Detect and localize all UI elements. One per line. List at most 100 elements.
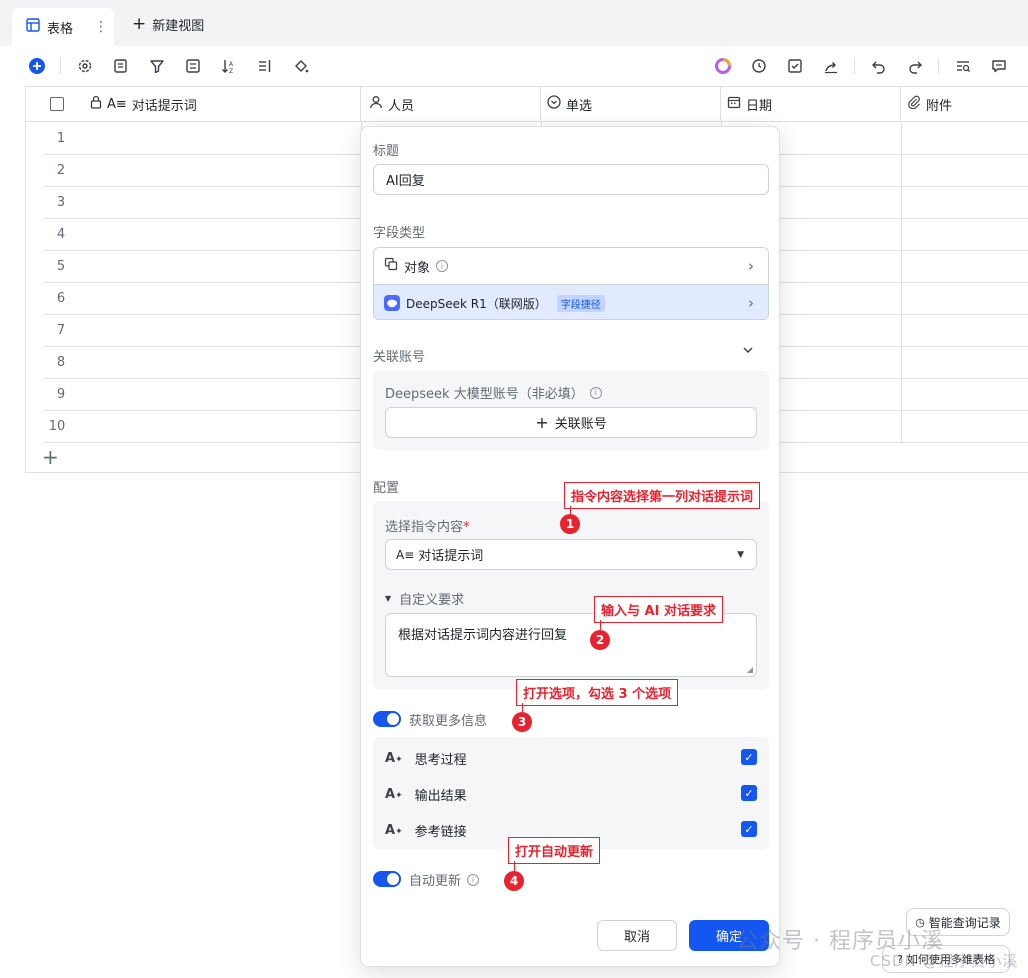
- type-option-label: 对象: [404, 260, 431, 276]
- row-number: 1: [56, 131, 66, 146]
- option-checkbox[interactable]: ✓: [741, 749, 757, 765]
- svg-text:Z: Z: [229, 68, 233, 74]
- column-header-person[interactable]: 人员: [361, 87, 541, 122]
- add-row-button[interactable]: +: [42, 447, 59, 467]
- column-title: 附件: [926, 98, 953, 114]
- paint-bucket-icon[interactable]: [291, 56, 311, 76]
- option-row: A✦ 参考链接: [385, 821, 467, 840]
- ai-text-icon: A✦: [385, 787, 403, 802]
- linked-account-label: 关联账号: [373, 350, 426, 365]
- column-title: 日期: [746, 98, 773, 114]
- custom-req-text: 根据对话提示词内容进行回复: [398, 628, 568, 643]
- svg-text:A: A: [229, 61, 234, 68]
- instruction-label: 选择指令内容*: [385, 516, 470, 535]
- field-shortcut-badge: 字段捷径: [556, 294, 605, 312]
- instruction-label-text: 选择指令内容: [385, 520, 464, 535]
- gear-icon[interactable]: [75, 56, 95, 76]
- type-option-label: DeepSeek R1（联网版）: [406, 296, 547, 311]
- column-title: 人员: [388, 98, 415, 114]
- field-type-selector: 对象 i › DeepSeek R1（联网版） 字段捷径 ›: [373, 247, 769, 320]
- auto-update-toggle[interactable]: [373, 871, 401, 887]
- account-hint: Deepseek 大模型账号（非必填） i: [385, 383, 602, 402]
- instruction-value: 对话提示词: [418, 549, 484, 564]
- view-tab-bar: 表格 ⋮ + 新建视图: [0, 0, 1028, 46]
- deepseek-logo-icon: [384, 295, 400, 311]
- row-number: 5: [56, 259, 66, 274]
- title-label: 标题: [373, 144, 400, 159]
- annotation-callout-4: 打开自动更新: [508, 837, 601, 864]
- redo-icon[interactable]: [905, 56, 925, 76]
- column-header-single-select[interactable]: 单选: [541, 87, 721, 122]
- column-title: 单选: [566, 98, 593, 114]
- option-row: A✦ 输出结果: [385, 785, 467, 804]
- option-checkbox[interactable]: ✓: [741, 821, 757, 837]
- account-hint-text: Deepseek 大模型账号（非必填）: [385, 387, 584, 402]
- annotation-number-4: 4: [504, 871, 524, 891]
- link-account-button[interactable]: + 关联账号: [385, 407, 757, 438]
- dropdown-circle-icon: [547, 95, 561, 113]
- custom-req-label: 自定义要求: [399, 593, 465, 608]
- tab-table-view[interactable]: 表格 ⋮: [12, 8, 114, 46]
- instruction-select[interactable]: A≡ 对话提示词 ▼: [385, 539, 757, 570]
- field-type-label: 字段类型: [373, 226, 426, 241]
- lock-icon: [90, 95, 102, 113]
- chevron-right-icon: ›: [748, 257, 754, 275]
- option-label: 思考过程: [414, 753, 467, 768]
- type-option-object[interactable]: 对象 i ›: [374, 248, 768, 284]
- sort-icon[interactable]: AZ: [219, 56, 239, 76]
- add-record-icon[interactable]: [27, 56, 47, 76]
- column-header-attachment[interactable]: 附件: [901, 87, 1028, 122]
- group-icon[interactable]: [183, 56, 203, 76]
- row-number: 9: [56, 387, 66, 402]
- options-section: A✦ 思考过程 ✓ A✦ 输出结果 ✓ A✦ 参考链接 ✓: [373, 737, 769, 849]
- undo-icon[interactable]: [869, 56, 889, 76]
- row-number: 8: [56, 355, 66, 370]
- link-account-label: 关联账号: [554, 417, 607, 432]
- annotation-number-3: 3: [512, 712, 532, 732]
- toolbar: AZ: [0, 46, 1028, 86]
- row-number: 10: [48, 419, 66, 434]
- account-section: Deepseek 大模型账号（非必填） i + 关联账号: [373, 371, 769, 450]
- cancel-button[interactable]: 取消: [597, 920, 677, 951]
- info-icon: i: [589, 386, 602, 399]
- filter-icon[interactable]: [147, 56, 167, 76]
- select-all-checkbox[interactable]: [50, 97, 64, 111]
- column-header-prompt[interactable]: A≡ 对话提示词: [26, 87, 361, 122]
- comment-icon[interactable]: [989, 56, 1009, 76]
- row-height-icon[interactable]: [255, 56, 275, 76]
- copy-object-icon: [384, 257, 398, 275]
- option-label: 输出结果: [414, 789, 467, 804]
- task-check-icon[interactable]: [785, 56, 805, 76]
- new-view-button[interactable]: + 新建视图: [132, 15, 205, 35]
- collapse-chevron-icon[interactable]: [741, 343, 755, 361]
- custom-req-toggle[interactable]: ▼ 自定义要求: [385, 589, 464, 608]
- more-info-toggle[interactable]: [373, 711, 401, 727]
- column-header-date[interactable]: 日期: [721, 87, 901, 122]
- title-input[interactable]: AI回复: [373, 164, 769, 195]
- required-mark: *: [463, 520, 470, 535]
- tab-label: 表格: [47, 21, 74, 37]
- resize-handle-icon[interactable]: ◢: [747, 665, 753, 674]
- row-number: 6: [56, 291, 66, 306]
- row-number: 2: [56, 163, 66, 178]
- search-records-icon[interactable]: [953, 56, 973, 76]
- person-icon: [369, 95, 383, 113]
- type-option-deepseek[interactable]: DeepSeek R1（联网版） 字段捷径 ›: [374, 284, 768, 319]
- automation-clock-icon[interactable]: [749, 56, 769, 76]
- config-label: 配置: [373, 481, 400, 496]
- plus-icon: +: [535, 412, 549, 432]
- chevron-right-icon: ›: [748, 294, 754, 312]
- ai-assistant-icon[interactable]: [713, 56, 733, 76]
- annotation-callout-1: 指令内容选择第一列对话提示词: [564, 482, 761, 509]
- share-icon[interactable]: [821, 56, 841, 76]
- annotation-callout-2: 输入与 AI 对话要求: [594, 596, 723, 623]
- new-view-label: 新建视图: [152, 19, 205, 34]
- calendar-icon: [727, 95, 741, 113]
- field-config-icon[interactable]: [111, 56, 131, 76]
- annotation-number-1: 1: [560, 514, 580, 534]
- column-title: 对话提示词: [131, 98, 197, 114]
- auto-update-label: 自动更新: [409, 874, 462, 889]
- option-checkbox[interactable]: ✓: [741, 785, 757, 801]
- more-vertical-icon[interactable]: ⋮: [94, 19, 108, 35]
- table-icon: [26, 18, 40, 36]
